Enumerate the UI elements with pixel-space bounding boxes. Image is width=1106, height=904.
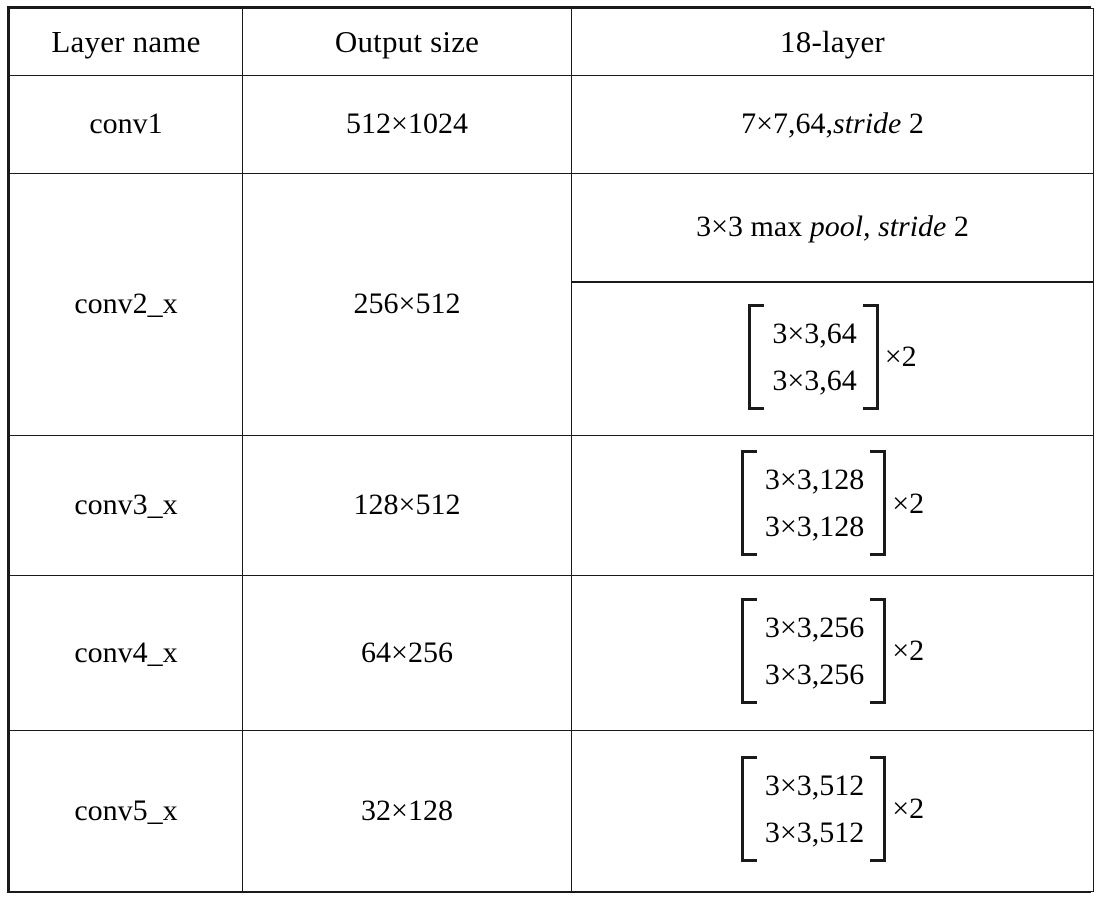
conv1-formula-pre: 7×7,64, (741, 107, 834, 141)
header-cell-layer-name: Layer name (9, 8, 243, 76)
conv1-formula: 7×7,64,stride 2 (741, 107, 924, 140)
block-multiplier: ×2 (884, 340, 917, 373)
output-size-label: 32×128 (361, 793, 453, 827)
left-bracket-icon (740, 597, 757, 704)
matrix-line-2: 3×3,512 (764, 815, 865, 849)
residual-block-matrix: 3×3,128 3×3,128 ×2 (740, 450, 925, 556)
header-label-layer-name: Layer name (51, 23, 201, 59)
cell-layer-name-conv4: conv4_x (9, 575, 243, 731)
maxpool-formula-post: 2 (953, 210, 969, 244)
matrix-rows: 3×3,128 3×3,128 (757, 450, 870, 556)
cell-maxpool: 3×3 max pool, stride 2 (572, 174, 1093, 283)
conv1-formula-italic: stride (833, 107, 902, 141)
matrix-line-1: 3×3,64 (772, 316, 857, 350)
maxpool-formula-pre: 3×3 max (696, 210, 803, 244)
maxpool-formula-italic: pool, stride (809, 210, 947, 244)
matrix-rows: 3×3,256 3×3,256 (757, 598, 870, 704)
conv2-maxpool-row: 3×3 max pool, stride 2 (572, 174, 1093, 283)
output-size-label: 64×256 (361, 635, 453, 669)
matrix-line-2: 3×3,256 (764, 657, 865, 691)
table-header-row: Layer name Output size 18-layer (9, 8, 1094, 76)
residual-block-matrix: 3×3,512 3×3,512 ×2 (740, 755, 925, 862)
matrix-line-1: 3×3,512 (764, 768, 865, 802)
cell-ops-conv3: 3×3,128 3×3,128 ×2 (571, 435, 1094, 576)
table-row: conv3_x 128×512 3×3,128 3×3,128 ×2 (9, 435, 1094, 576)
header-cell-18-layer: 18-layer (571, 8, 1094, 76)
conv2-ops-subtable: 3×3 max pool, stride 2 3×3,64 3×3,64 ×2 (572, 174, 1093, 435)
right-bracket-icon (862, 303, 879, 410)
cell-layer-name-conv1: conv1 (9, 75, 243, 174)
residual-block-matrix: 3×3,256 3×3,256 ×2 (740, 597, 925, 704)
block-multiplier: ×2 (892, 792, 925, 825)
matrix-line-1: 3×3,256 (764, 610, 865, 644)
maxpool-formula: 3×3 max pool, stride 2 (696, 210, 969, 243)
layer-name-label: conv4_x (74, 635, 178, 669)
table-row: conv4_x 64×256 3×3,256 3×3,256 ×2 (9, 575, 1094, 731)
header-cell-output-size: Output size (242, 8, 572, 76)
layer-name-label: conv5_x (74, 793, 178, 827)
right-bracket-icon (870, 755, 887, 862)
conv2-block-row: 3×3,64 3×3,64 ×2 (572, 282, 1093, 435)
header-label-output-size: Output size (334, 23, 480, 59)
left-bracket-icon (740, 450, 757, 556)
table-row: conv2_x 256×512 3×3 max pool, stride 2 3… (9, 173, 1094, 436)
cell-output-size-conv3: 128×512 (242, 435, 572, 576)
cell-layer-name-conv2: conv2_x (9, 173, 243, 436)
cell-output-size-conv2: 256×512 (242, 173, 572, 436)
right-bracket-icon (870, 597, 887, 704)
matrix-line-1: 3×3,128 (764, 463, 865, 496)
residual-block-matrix: 3×3,64 3×3,64 ×2 (748, 303, 917, 410)
cell-ops-conv4: 3×3,256 3×3,256 ×2 (571, 575, 1094, 731)
right-bracket-icon (870, 450, 887, 556)
cell-layer-name-conv3: conv3_x (9, 435, 243, 576)
matrix-line-2: 3×3,128 (764, 510, 865, 543)
architecture-table: Layer name Output size 18-layer conv1 51… (9, 8, 1094, 892)
output-size-label: 512×1024 (346, 107, 468, 141)
output-size-label: 256×512 (353, 287, 461, 321)
cell-ops-conv2: 3×3 max pool, stride 2 3×3,64 3×3,64 ×2 (571, 173, 1094, 436)
matrix-rows: 3×3,512 3×3,512 (757, 756, 870, 862)
table-row: conv1 512×1024 7×7,64,stride 2 (9, 75, 1094, 174)
cell-output-size-conv4: 64×256 (242, 575, 572, 731)
architecture-table-container: Layer name Output size 18-layer conv1 51… (7, 6, 1094, 893)
layer-name-label: conv2_x (74, 287, 178, 321)
conv1-formula-post: 2 (908, 107, 924, 141)
cell-layer-name-conv5: conv5_x (9, 730, 243, 892)
block-multiplier: ×2 (892, 486, 925, 520)
cell-output-size-conv5: 32×128 (242, 730, 572, 892)
layer-name-label: conv3_x (74, 488, 178, 522)
cell-residual-block-conv2: 3×3,64 3×3,64 ×2 (572, 282, 1093, 435)
header-label-18-layer: 18-layer (780, 23, 885, 59)
output-size-label: 128×512 (353, 488, 461, 522)
cell-output-size-conv1: 512×1024 (242, 75, 572, 174)
matrix-rows: 3×3,64 3×3,64 (764, 304, 862, 410)
layer-name-label: conv1 (89, 107, 163, 141)
block-multiplier: ×2 (892, 634, 925, 667)
matrix-line-2: 3×3,64 (772, 363, 857, 397)
cell-ops-conv5: 3×3,512 3×3,512 ×2 (571, 730, 1094, 892)
left-bracket-icon (740, 755, 757, 862)
cell-ops-conv1: 7×7,64,stride 2 (571, 75, 1094, 174)
table-row: conv5_x 32×128 3×3,512 3×3,512 ×2 (9, 730, 1094, 892)
left-bracket-icon (748, 303, 765, 410)
